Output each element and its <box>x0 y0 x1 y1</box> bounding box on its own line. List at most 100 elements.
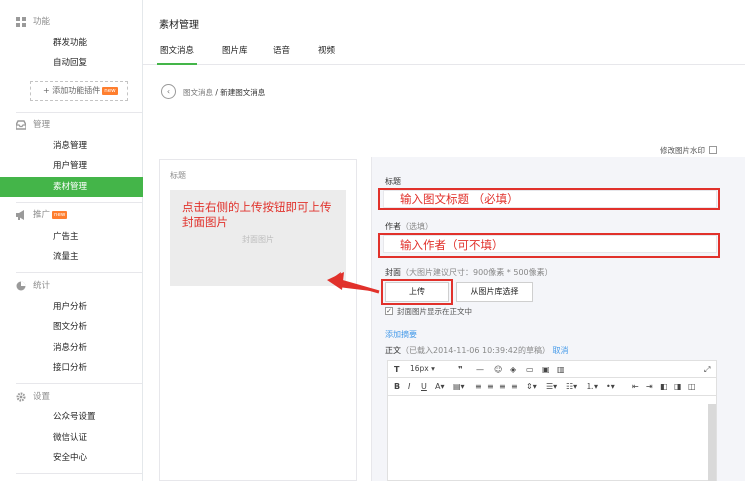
edit-watermark-link[interactable]: 修改图片水印 <box>660 145 717 156</box>
sidebar-item-mass-send[interactable]: 群发功能 <box>0 33 143 53</box>
sidebar-divider <box>16 473 142 474</box>
sidebar-divider <box>16 202 142 203</box>
sidebar-item-security-center[interactable]: 安全中心 <box>0 448 143 468</box>
outdent-icon[interactable]: ⇤ <box>632 381 639 392</box>
breadcrumb-current: 新建图文消息 <box>220 88 266 97</box>
sidebar-group-title: 功能 <box>16 15 50 29</box>
indent-right-icon[interactable]: ⇥ <box>646 381 653 392</box>
body-editor-area[interactable] <box>387 396 717 481</box>
gear-icon <box>16 392 26 402</box>
sidebar-item-messages[interactable]: 消息管理 <box>0 136 143 156</box>
sidebar-divider <box>16 272 142 273</box>
align-center-icon[interactable]: ≡ <box>487 381 494 392</box>
sidebar-item-api-analysis[interactable]: 接口分析 <box>0 358 143 378</box>
editor-scrollbar[interactable] <box>708 404 716 481</box>
tab-video[interactable]: 视频 <box>318 44 335 56</box>
sidebar-item-article-analysis[interactable]: 图文分析 <box>0 317 143 337</box>
sidebar-item-materials[interactable]: 素材管理 <box>0 177 143 197</box>
align-left-icon[interactable]: ≡ <box>475 381 482 392</box>
font-size-select[interactable]: 16px ▾ <box>410 364 435 373</box>
active-tab-indicator <box>157 63 197 65</box>
sidebar-group-title: 设置 <box>16 390 50 404</box>
preview-title: 标题 <box>170 171 186 180</box>
image-icon[interactable]: ▣ <box>542 364 550 375</box>
annotation-box-author: 输入作者（可不填） <box>378 233 720 258</box>
tab-articles[interactable]: 图文消息 <box>160 44 194 56</box>
sidebar-item-publisher[interactable]: 流量主 <box>0 247 143 267</box>
text-format-icon[interactable]: T <box>394 364 399 375</box>
sidebar-item-verification[interactable]: 微信认证 <box>0 428 143 448</box>
annotation-title-text: 输入图文标题 （必填） <box>400 192 519 206</box>
grid-icon <box>16 17 26 27</box>
numbered-list-icon[interactable]: ⒈▾ <box>586 381 598 392</box>
underline-icon[interactable]: U <box>421 381 427 392</box>
show-cover-label: 封面图片显示在正文中 <box>397 307 472 316</box>
add-plugin-button[interactable]: + 添加功能插件 new <box>30 81 128 101</box>
line-height-icon[interactable]: ⇕▾ <box>526 381 537 392</box>
tab-images[interactable]: 图片库 <box>222 44 248 56</box>
breadcrumb: 图文消息 / 新建图文消息 <box>183 87 265 98</box>
sidebar-item-message-analysis[interactable]: 消息分析 <box>0 338 143 358</box>
breadcrumb-parent[interactable]: 图文消息 <box>183 88 213 97</box>
align-justify-icon[interactable]: ≡ <box>511 381 518 392</box>
emoji-icon[interactable]: ☺ <box>494 364 502 375</box>
pie-chart-icon <box>16 281 26 291</box>
sidebar-group-title: 推广 new <box>16 208 68 222</box>
cancel-draft-link[interactable]: 取消 <box>553 346 569 355</box>
article-preview-card: 标题 点击右侧的上传按钮即可上传封面图片 封面图片 <box>159 159 357 481</box>
align-right-icon[interactable]: ≡ <box>499 381 506 392</box>
italic-icon[interactable]: I <box>408 381 410 392</box>
fullscreen-icon[interactable]: ⤢ <box>704 364 710 375</box>
bullet-list-icon[interactable]: •▾ <box>606 381 615 392</box>
tab-divider <box>143 64 745 65</box>
editor-toolbar-row1: T 16px ▾ ❞ — ☺ ◈ ▭ ▣ ▥ ⤢ <box>387 360 717 378</box>
sidebar-item-user-analysis[interactable]: 用户分析 <box>0 297 143 317</box>
indent-icon[interactable]: ☷▾ <box>566 381 577 392</box>
tab-voice[interactable]: 语音 <box>273 44 290 56</box>
annotation-upload-hint: 点击右侧的上传按钮即可上传封面图片 <box>182 200 332 229</box>
clear-format-icon[interactable]: ◫ <box>688 381 696 392</box>
blockquote-icon[interactable]: ❞ <box>458 364 463 375</box>
back-button[interactable]: ‹ <box>161 84 176 99</box>
chart-icon[interactable]: ▥ <box>557 364 565 375</box>
chevron-left-icon: ‹ <box>166 87 171 96</box>
bold-icon[interactable]: B <box>394 381 400 392</box>
watermark-icon <box>709 146 717 154</box>
video-icon[interactable]: ▭ <box>526 364 534 375</box>
choose-from-library-button[interactable]: 从图片库选择 <box>456 282 533 302</box>
page-title: 素材管理 <box>159 20 199 31</box>
add-summary-link[interactable]: 添加摘要 <box>385 329 417 340</box>
main-content: 素材管理 图文消息 图片库 语音 视频 ‹ 图文消息 / 新建图文消息 修改图片… <box>143 0 745 481</box>
megaphone-icon <box>16 210 24 220</box>
title-label: 标题 <box>385 177 401 186</box>
sidebar-item-auto-reply[interactable]: 自动回复 <box>0 53 143 73</box>
article-editor: 标题 输入图文标题 （必填） 作者（选填） 输入作者（可不填） 封面（大图片建议… <box>371 157 745 481</box>
eraser-icon[interactable]: ◈ <box>510 364 516 375</box>
float-right-icon[interactable]: ◨ <box>674 381 682 392</box>
show-cover-checkbox[interactable]: ✓ <box>385 307 393 315</box>
sidebar-group-title: 管理 <box>16 118 50 132</box>
sidebar-item-users[interactable]: 用户管理 <box>0 156 143 176</box>
new-badge: new <box>52 211 68 219</box>
author-label: 作者（选填） <box>385 222 433 231</box>
annotation-box-title: 输入图文标题 （必填） <box>378 188 720 210</box>
sidebar-item-advertiser[interactable]: 广告主 <box>0 227 143 247</box>
annotation-box-upload <box>381 279 453 305</box>
annotation-author-text: 输入作者（可不填） <box>400 238 504 252</box>
cover-placeholder: 封面图片 <box>242 235 274 244</box>
sidebar: 功能 群发功能 自动回复 + 添加功能插件 new 管理 消息管理 用户管理 素材… <box>0 0 143 481</box>
inbox-icon <box>16 120 26 130</box>
background-color-icon[interactable]: ▤▾ <box>453 381 465 392</box>
sidebar-divider <box>16 383 142 384</box>
divider-icon[interactable]: — <box>476 364 484 375</box>
preview-cover: 点击右侧的上传按钮即可上传封面图片 封面图片 <box>170 190 346 286</box>
font-color-icon[interactable]: A▾ <box>435 381 445 392</box>
paragraph-spacing-icon[interactable]: ☰▾ <box>546 381 557 392</box>
sidebar-divider <box>16 112 142 113</box>
body-label: 正文（已载入2014-11-06 10:39:42的草稿） 取消 <box>385 346 569 355</box>
float-left-icon[interactable]: ◧ <box>660 381 668 392</box>
sidebar-item-account-settings[interactable]: 公众号设置 <box>0 407 143 427</box>
new-badge: new <box>102 87 118 95</box>
editor-toolbar-row2: B I U A▾ ▤▾ ≡ ≡ ≡ ≡ ⇕▾ ☰▾ ☷▾ ⒈▾ •▾ ⇤ ⇥ ◧… <box>387 378 717 396</box>
cover-label: 封面（大图片建议尺寸：900像素 * 500像素） <box>385 268 553 277</box>
